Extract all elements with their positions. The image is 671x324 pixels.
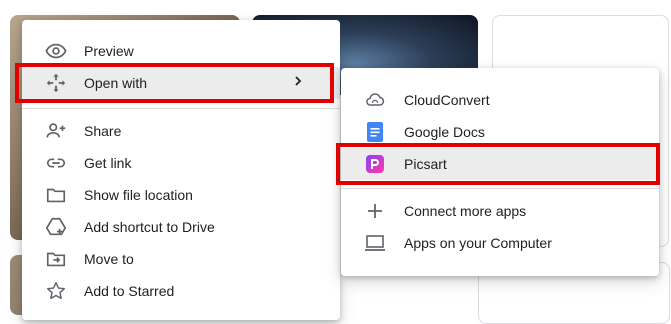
cloudconvert-icon <box>363 88 387 112</box>
menu-item-label: CloudConvert <box>404 92 490 108</box>
folder-icon <box>44 183 68 207</box>
menu-item-label: Move to <box>84 251 134 267</box>
menu-item-label: Share <box>84 123 122 139</box>
context-menu: Preview Open with Share Get link Show fi… <box>22 20 340 320</box>
move-arrows-icon <box>44 71 68 95</box>
person-add-icon <box>44 119 68 143</box>
menu-item-open-with[interactable]: Open with <box>22 67 340 99</box>
menu-item-add-to-starred[interactable]: Add to Starred <box>22 275 340 307</box>
submenu-item-google-docs[interactable]: Google Docs <box>341 116 659 148</box>
submenu-item-picsart[interactable]: Picsart <box>341 148 659 180</box>
submenu-item-cloudconvert[interactable]: CloudConvert <box>341 84 659 116</box>
menu-divider <box>22 108 340 109</box>
menu-item-share[interactable]: Share <box>22 115 340 147</box>
star-icon <box>44 279 68 303</box>
add-shortcut-icon <box>44 215 68 239</box>
link-icon <box>44 151 68 175</box>
picsart-icon <box>363 152 387 176</box>
menu-item-label: Add shortcut to Drive <box>84 219 215 235</box>
menu-item-label: Connect more apps <box>404 203 527 219</box>
menu-item-label: Google Docs <box>404 124 485 140</box>
menu-item-move-to[interactable]: Move to <box>22 243 340 275</box>
menu-item-label: Get link <box>84 155 132 171</box>
menu-divider <box>341 188 659 189</box>
menu-item-show-file-location[interactable]: Show file location <box>22 179 340 211</box>
google-docs-icon <box>363 120 387 144</box>
menu-item-preview[interactable]: Preview <box>22 35 340 67</box>
menu-item-label: Show file location <box>84 187 193 203</box>
submenu-item-apps-on-computer[interactable]: Apps on your Computer <box>341 227 659 259</box>
open-with-submenu: CloudConvert Google Docs Picsart Connect… <box>341 68 659 276</box>
menu-item-label: Picsart <box>404 156 447 172</box>
laptop-icon <box>363 231 387 255</box>
menu-item-label: Add to Starred <box>84 283 175 299</box>
plus-icon <box>363 199 387 223</box>
move-to-folder-icon <box>44 247 68 271</box>
chevron-right-icon <box>292 74 304 92</box>
menu-item-label: Open with <box>84 75 148 91</box>
menu-item-label: Preview <box>84 43 134 59</box>
menu-item-get-link[interactable]: Get link <box>22 147 340 179</box>
menu-item-label: Apps on your Computer <box>404 235 552 251</box>
eye-icon <box>44 39 68 63</box>
submenu-item-connect-more-apps[interactable]: Connect more apps <box>341 195 659 227</box>
menu-item-add-shortcut[interactable]: Add shortcut to Drive <box>22 211 340 243</box>
